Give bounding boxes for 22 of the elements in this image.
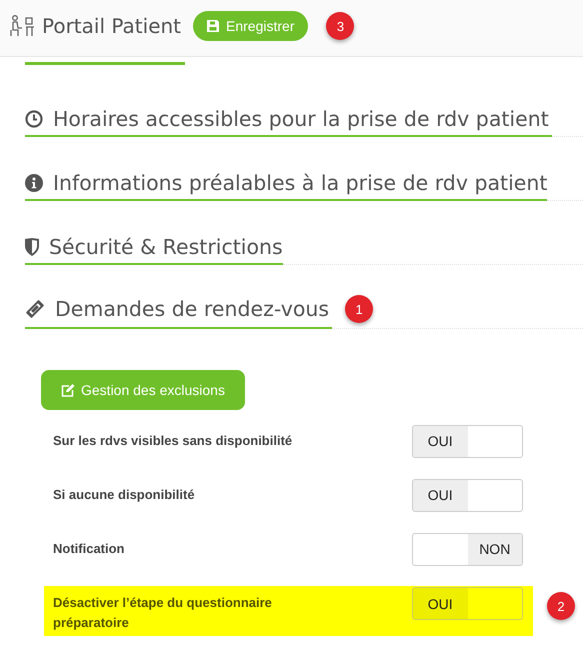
- step-badge: 2: [547, 592, 575, 620]
- section-heading[interactable]: Horaires accessibles pour la prise de rdv patient: [53, 107, 549, 131]
- shield-icon: [25, 238, 39, 256]
- toggle-switch[interactable]: OUI: [412, 478, 523, 512]
- setting-label: Sur les rdvs visibles sans disponibilité: [53, 432, 294, 450]
- clock-icon: [25, 110, 43, 128]
- section-heading[interactable]: Sécurité & Restrictions: [49, 235, 283, 259]
- toggle-switch[interactable]: OUI: [412, 424, 523, 458]
- section-heading[interactable]: Informations préalables à la prise de rdv patient: [53, 171, 548, 195]
- doctor-desk-icon: [10, 15, 34, 37]
- page-title: Portail Patient: [42, 14, 182, 38]
- setting-label: Désactiver l’étape du questionnaire préparatoire: [53, 594, 273, 632]
- step-badge: 3: [326, 12, 354, 40]
- setting-label: Si aucune disponibilité: [53, 486, 196, 504]
- toggle-switch[interactable]: NON: [412, 532, 523, 566]
- save-icon: [207, 20, 220, 32]
- edit-icon: [61, 384, 75, 396]
- setting-label: Notification: [53, 540, 126, 558]
- info-icon: [25, 174, 43, 192]
- step-badge: 1: [345, 295, 374, 323]
- toggle-switch[interactable]: OUI: [412, 587, 523, 620]
- section-heading[interactable]: Demandes de rendez-vous: [55, 297, 330, 321]
